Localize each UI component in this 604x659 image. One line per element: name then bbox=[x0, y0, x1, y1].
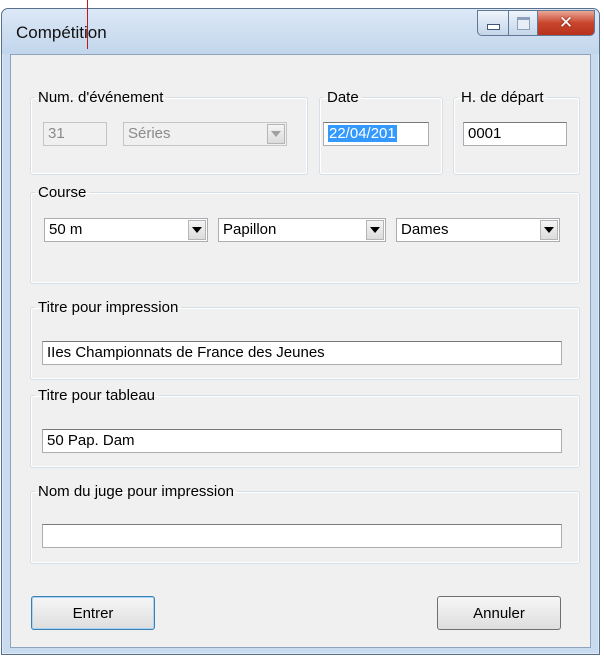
text-cursor-marker bbox=[87, 0, 88, 49]
enter-button[interactable]: Entrer bbox=[31, 596, 155, 630]
print-title-legend: Titre pour impression bbox=[38, 299, 179, 316]
maximize-button[interactable] bbox=[509, 10, 538, 36]
date-value: 22/04/201 bbox=[328, 125, 397, 142]
judge-legend: Nom du juge pour impression bbox=[38, 483, 234, 500]
start-time-field[interactable]: 0001 bbox=[463, 122, 567, 146]
event-number-legend: Num. d'événement bbox=[38, 89, 164, 106]
judge-name-field[interactable] bbox=[42, 524, 562, 548]
date-field[interactable]: 22/04/201 bbox=[323, 122, 429, 146]
start-time-legend: H. de départ bbox=[461, 89, 544, 106]
chevron-down-icon[interactable] bbox=[366, 220, 384, 240]
stroke-value: Papillon bbox=[223, 221, 277, 238]
distance-value: 50 m bbox=[49, 221, 83, 238]
title-bar[interactable]: Compétition ✕ bbox=[2, 9, 599, 54]
chevron-down-icon[interactable] bbox=[188, 220, 206, 240]
course-legend: Course bbox=[38, 184, 87, 201]
minimize-button[interactable] bbox=[477, 10, 509, 36]
event-number-field[interactable]: 31 bbox=[43, 122, 107, 146]
chevron-down-icon[interactable] bbox=[267, 124, 285, 144]
print-title-group: Titre pour impression bbox=[30, 299, 580, 380]
cancel-button[interactable]: Annuler bbox=[437, 596, 561, 630]
window-title: Compétition bbox=[16, 23, 107, 42]
board-title-field[interactable]: 50 Pap. Dam bbox=[42, 429, 562, 453]
gender-value: Dames bbox=[401, 221, 449, 238]
distance-select[interactable]: 50 m bbox=[44, 218, 208, 242]
board-title-legend: Titre pour tableau bbox=[38, 387, 156, 404]
close-icon: ✕ bbox=[558, 13, 574, 33]
gender-select[interactable]: Dames bbox=[396, 218, 560, 242]
date-legend: Date bbox=[327, 89, 359, 106]
print-title-field[interactable]: IIes Championnats de France des Jeunes bbox=[42, 341, 562, 365]
close-button[interactable]: ✕ bbox=[538, 10, 595, 36]
board-title-group: Titre pour tableau bbox=[30, 387, 580, 468]
minimize-icon bbox=[486, 24, 500, 30]
chevron-down-icon[interactable] bbox=[540, 220, 558, 240]
maximize-icon bbox=[516, 16, 530, 30]
event-type-value: Séries bbox=[128, 125, 171, 142]
dialog-window: Compétition ✕ Num. d'événement 31 Séries… bbox=[1, 8, 600, 655]
caption-buttons: ✕ bbox=[477, 10, 595, 36]
dialog-client-area: Num. d'événement 31 Séries Date 22/04/20… bbox=[10, 54, 591, 648]
event-type-select[interactable]: Séries bbox=[123, 122, 287, 146]
stroke-select[interactable]: Papillon bbox=[218, 218, 386, 242]
